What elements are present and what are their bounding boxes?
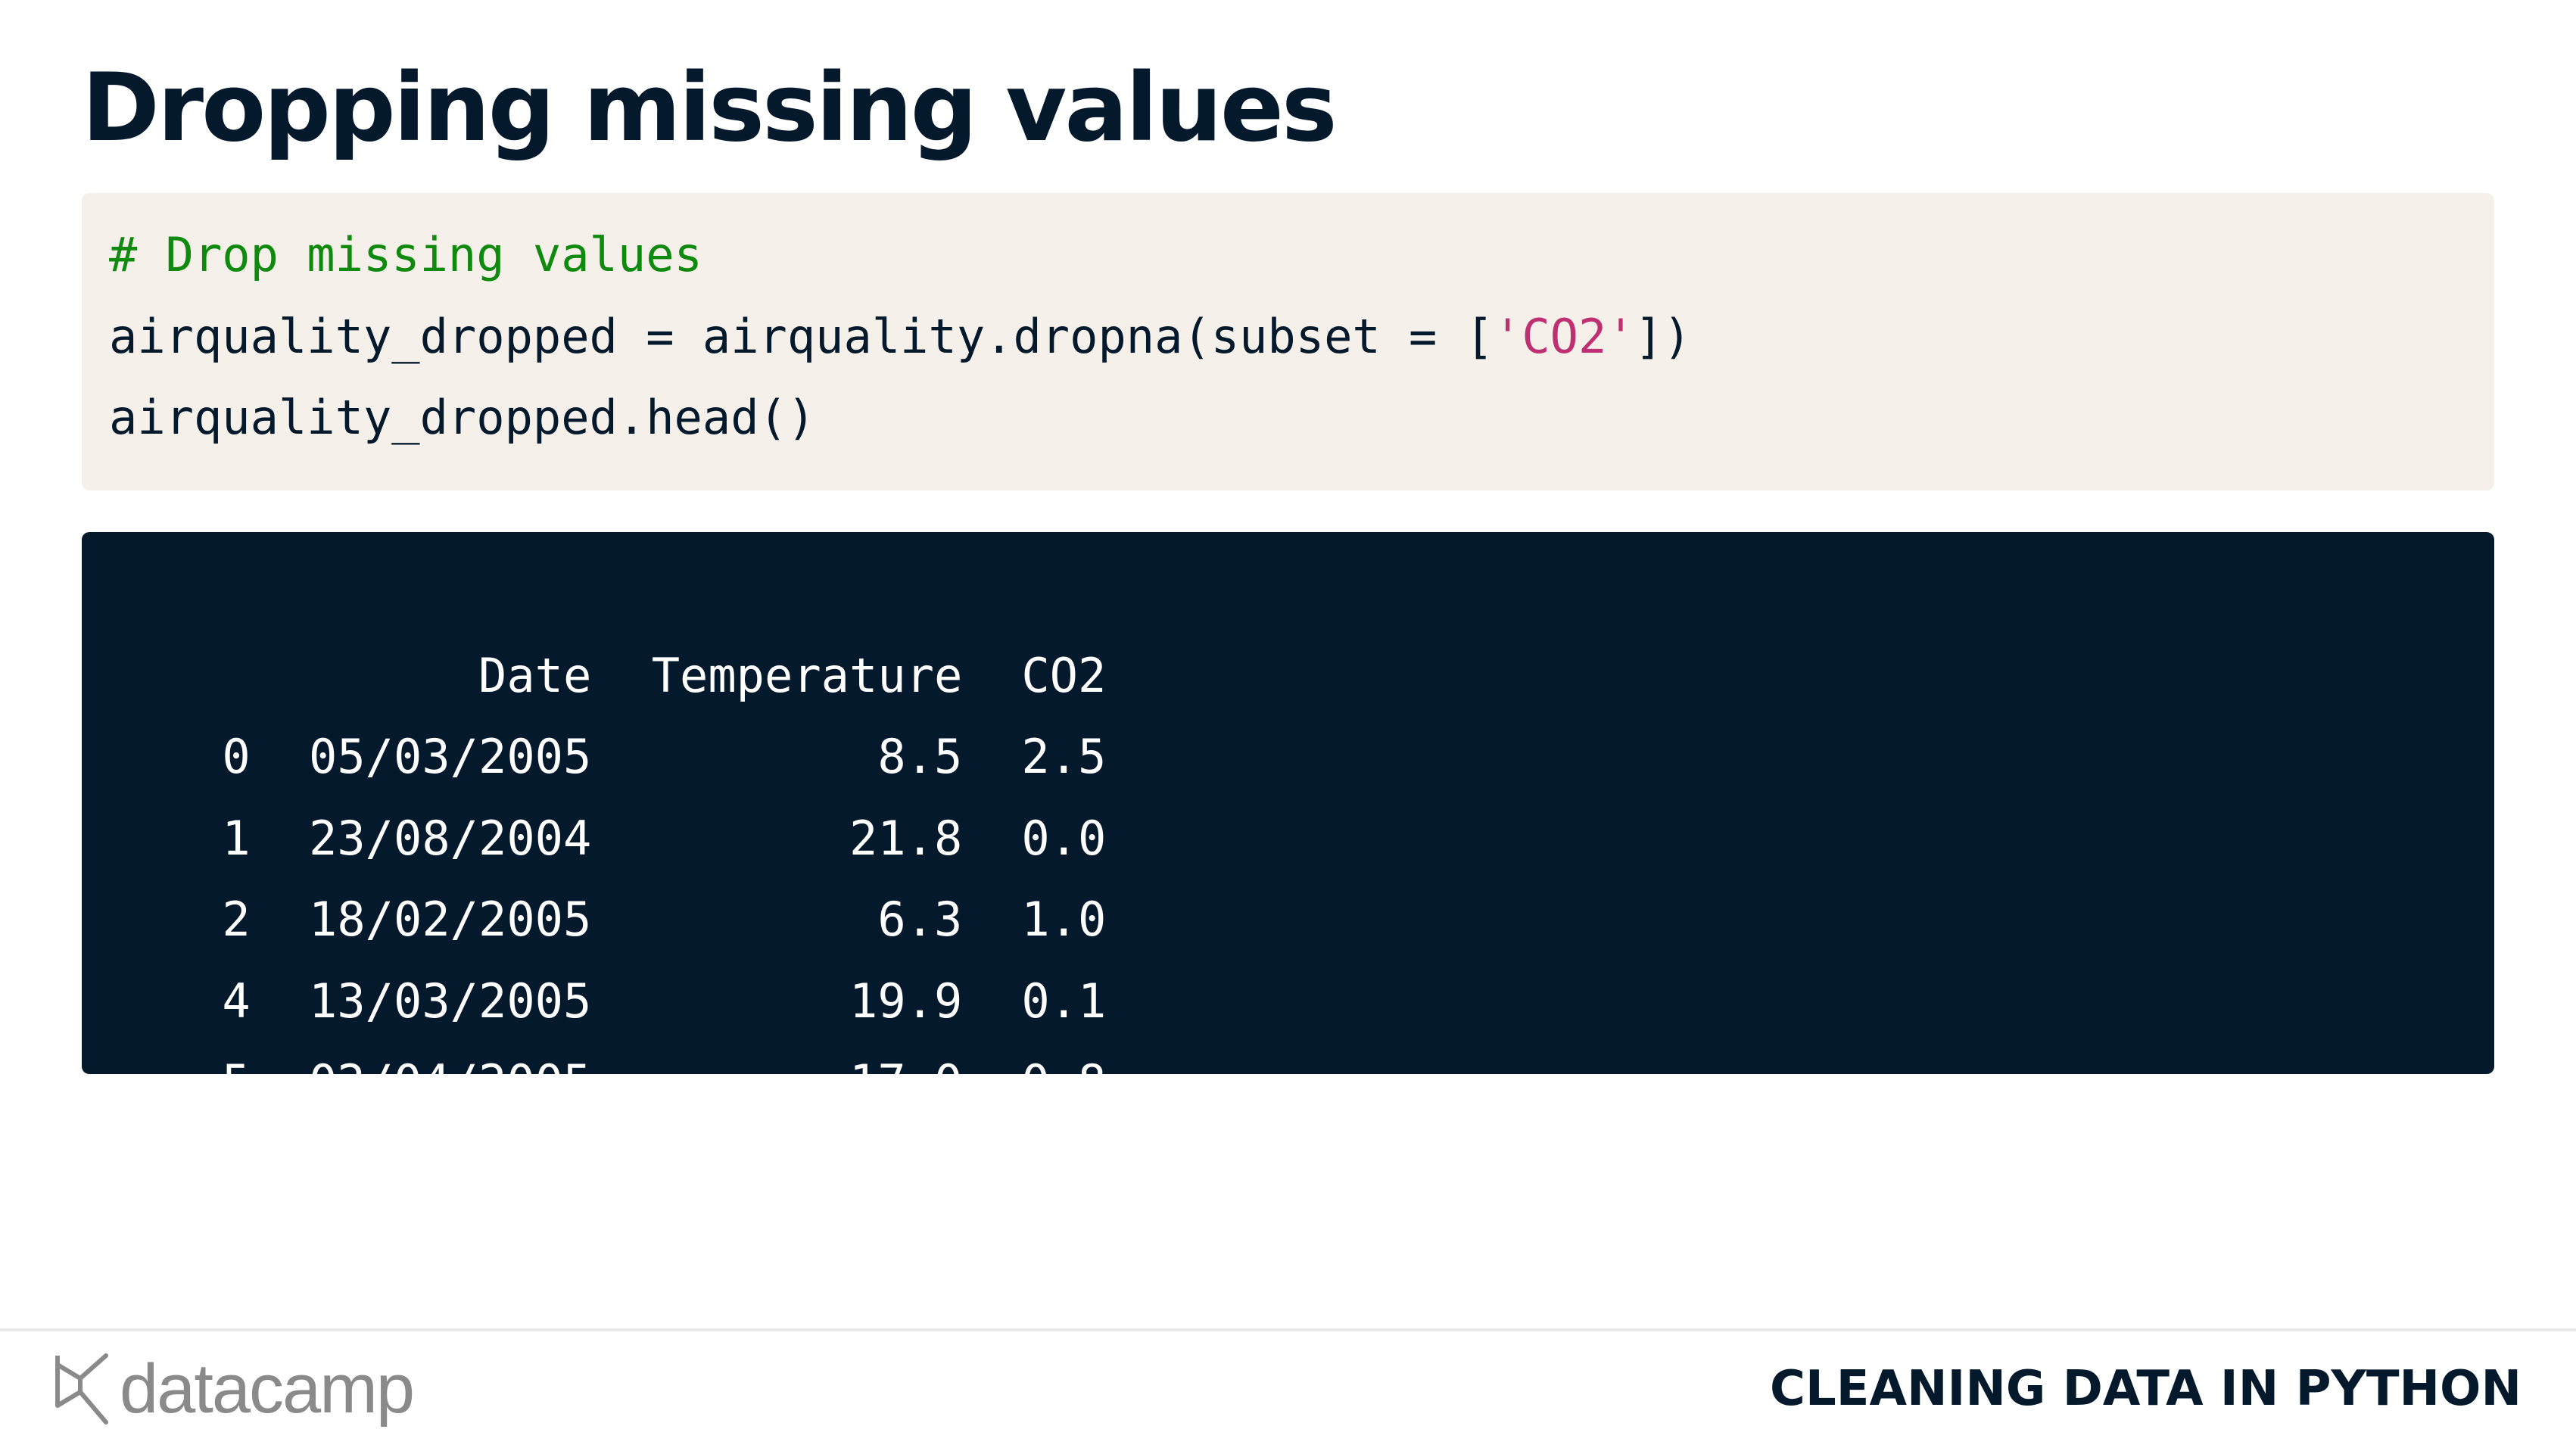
row-temperature: 8.5	[877, 729, 963, 784]
output-block: Date Temperature CO2 0 05/03/2005 8.5 2.5 1 23…	[82, 532, 2494, 1110]
output-header-row: Date Temperature CO2	[109, 553, 2494, 703]
code-line-2-after: ])	[1634, 308, 1692, 364]
output-column-date: Date	[478, 647, 592, 703]
datacamp-logo: datacamp	[53, 1350, 415, 1428]
code-block: # Drop missing values airquality_dropped…	[82, 193, 2494, 490]
footer-divider	[0, 1328, 2576, 1331]
row-index: 2	[222, 892, 251, 947]
row-co2: 0.1	[1021, 973, 1107, 1029]
code-comment: # Drop missing values	[109, 227, 702, 282]
course-title: CLEANING DATA IN PYTHON	[1769, 1361, 2521, 1417]
code-line-2-before: airquality_dropped = airquality.dropna(s…	[109, 308, 1494, 364]
code-line-2: airquality_dropped = airquality.dropna(s…	[109, 296, 2494, 378]
row-co2: 0.8	[1021, 1054, 1107, 1110]
slide-title: Dropping missing values	[82, 54, 1338, 163]
row-date: 23/08/2004	[309, 810, 592, 866]
row-date: 13/03/2005	[309, 973, 592, 1029]
output-column-co2: CO2	[1021, 647, 1107, 703]
row-temperature: 21.8	[849, 810, 963, 866]
output-column-temperature: Temperature	[651, 647, 963, 703]
row-date: 05/03/2005	[309, 729, 592, 784]
row-temperature: 19.9	[849, 973, 963, 1029]
code-line-3: airquality_dropped.head()	[109, 390, 816, 445]
row-index: 1	[222, 810, 251, 866]
row-index: 4	[222, 973, 251, 1029]
row-index: 0	[222, 729, 251, 784]
row-temperature: 6.3	[877, 892, 963, 947]
row-date: 02/04/2005	[309, 1054, 592, 1110]
row-co2: 1.0	[1021, 892, 1107, 947]
datacamp-logo-icon	[55, 1353, 108, 1425]
row-date: 18/02/2005	[309, 892, 592, 947]
code-line-1: # Drop missing values	[109, 214, 2494, 296]
code-string-literal: 'CO2'	[1494, 308, 1635, 364]
row-co2: 2.5	[1021, 729, 1107, 784]
row-co2: 0.0	[1021, 810, 1107, 866]
logo-wordmark: datacamp	[120, 1350, 415, 1428]
row-temperature: 17.0	[849, 1054, 963, 1110]
row-index: 5	[222, 1054, 251, 1110]
